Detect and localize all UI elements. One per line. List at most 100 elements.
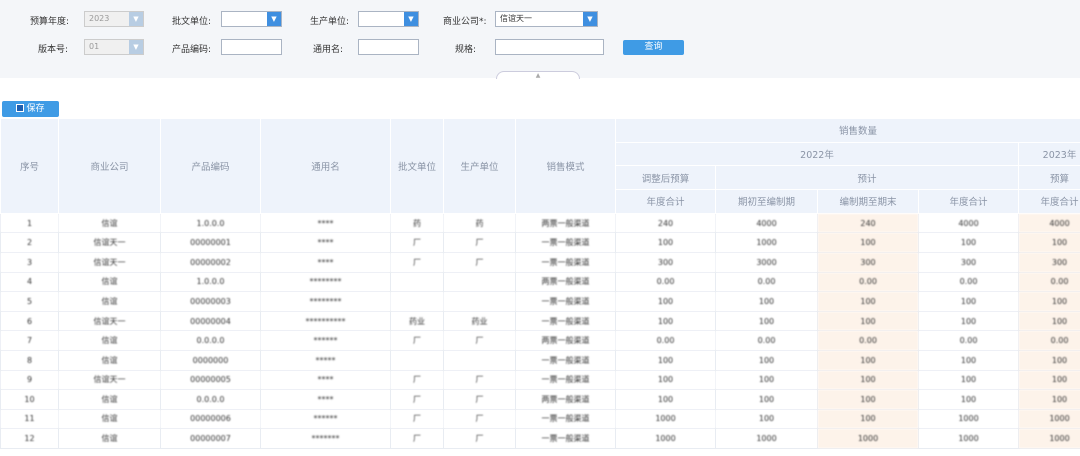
table-cell: 0.0.0.0 <box>160 389 261 410</box>
table-cell: 1.0.0.0 <box>160 212 261 234</box>
table-row[interactable]: 3 信谊天一 00000002 **** 厂厂一票一般渠道 300 3000 300 300 30… <box>0 251 1080 273</box>
header-2022: 2022年 <box>615 141 1019 167</box>
table-cell: 厂 <box>390 330 444 351</box>
table-cell: 100 <box>817 310 919 332</box>
table-cell: ***** <box>260 349 391 371</box>
table-cell: 100 <box>615 291 716 312</box>
table-cell: **** <box>260 369 391 391</box>
table-cell: **** <box>260 212 391 234</box>
chevron-up-icon: ▲ <box>535 72 541 79</box>
table-row[interactable]: 9 信谊天一 00000005 **** 厂厂一票一般渠道 100 100 100 100 100 <box>0 369 1080 391</box>
chevron-down-icon: ▼ <box>404 12 418 26</box>
table-cell: 2 <box>0 232 59 253</box>
save-icon <box>16 104 25 112</box>
table-row[interactable]: 8 信谊 0000000 ***** 一票一般渠道 100 100 100 100 100 <box>0 349 1080 371</box>
product-code-input[interactable] <box>221 39 282 55</box>
table-cell: 两票一般渠道 <box>515 271 616 293</box>
table-cell: 0.00 <box>918 330 1019 351</box>
table-cell: 一票一般渠道 <box>515 408 616 430</box>
version-select[interactable]: 01 ▼ <box>84 39 144 55</box>
table-cell <box>390 271 444 293</box>
table-cell: 100 <box>817 408 919 430</box>
table-cell: 11 <box>0 408 59 430</box>
table-cell: 100 <box>817 349 919 371</box>
table-cell: 厂 <box>443 251 516 273</box>
table-row[interactable]: 4 信谊 1.0.0.0 ******** 两票一般渠道 0.00 0.00 0.00 0.00… <box>0 271 1080 293</box>
table-cell: 00000005 <box>160 369 261 391</box>
table-cell: 100 <box>1017 232 1080 253</box>
table-cell: 0.00 <box>1017 271 1080 293</box>
approval-unit-select[interactable]: ▼ <box>221 11 282 27</box>
table-cell: 100 <box>615 369 716 391</box>
table-cell: 厂 <box>390 389 444 410</box>
table-cell: 00000006 <box>160 408 261 430</box>
spec-input[interactable] <box>495 39 604 55</box>
query-button[interactable]: 查询 <box>623 40 684 55</box>
table-cell: 药业 <box>390 310 444 332</box>
table-cell: 100 <box>918 369 1019 391</box>
version-label: 版本号: <box>38 45 69 55</box>
table-cell: 100 <box>1017 389 1080 410</box>
table-cell: 信谊天一 <box>58 310 161 332</box>
company-select[interactable]: 信谊天一 ▼ <box>495 11 598 27</box>
table-row[interactable]: 7 信谊 0.0.0.0 ****** 厂厂两票一般渠道 0.00 0.00 0.00 0.00… <box>0 330 1080 351</box>
generic-name-input[interactable] <box>358 39 419 55</box>
table-cell: 信谊天一 <box>58 232 161 253</box>
producer-select[interactable]: ▼ <box>358 11 419 27</box>
table-cell: **** <box>260 389 391 410</box>
table-cell: 1000 <box>817 428 919 449</box>
chevron-down-icon: ▼ <box>583 12 597 26</box>
header-annual-total: 年度合计 <box>615 189 716 214</box>
table-cell: 240 <box>615 212 716 234</box>
header-company: 商业公司 <box>58 118 161 214</box>
table-row[interactable]: 5 信谊 00000003 ******** 一票一般渠道 100 100 100 100 100 <box>0 291 1080 312</box>
table-cell: 4000 <box>1017 212 1080 234</box>
table-cell <box>390 349 444 371</box>
header-annual-total-3: 年度合计 <box>1017 189 1080 214</box>
save-button[interactable]: 保存 <box>2 101 59 117</box>
header-adjusted: 调整后预算 <box>615 165 716 191</box>
table-cell: 信谊 <box>58 271 161 293</box>
collapse-toggle[interactable]: ▲ <box>496 71 580 79</box>
table-cell: 100 <box>615 232 716 253</box>
table-cell: 100 <box>1017 291 1080 312</box>
header-start-to-prep: 期初至编制期 <box>715 189 818 214</box>
table-cell: 0.00 <box>715 271 818 293</box>
table-cell: 1000 <box>715 232 818 253</box>
table-cell: 一票一般渠道 <box>515 369 616 391</box>
generic-name-label: 通用名: <box>313 45 344 55</box>
table-row[interactable]: 10 信谊 0.0.0.0 **** 厂厂两票一般渠道 100 100 100 100 100 <box>0 389 1080 410</box>
table-row[interactable]: 2 信谊天一 00000001 **** 厂厂一票一般渠道 100 1000 100 100 10… <box>0 232 1080 253</box>
table-cell: 00000002 <box>160 251 261 273</box>
table-cell: 信谊 <box>58 212 161 234</box>
table-cell: 1000 <box>615 428 716 449</box>
table-cell: 100 <box>918 310 1019 332</box>
header-sales-qty: 销售数量 <box>614 118 1080 143</box>
table-cell: 100 <box>715 408 818 430</box>
chevron-down-icon: ▼ <box>267 12 281 26</box>
table-cell: 信谊 <box>58 389 161 410</box>
table-cell: **** <box>260 232 391 253</box>
table-row[interactable]: 1 信谊 1.0.0.0 **** 药药两票一般渠道 240 4000 240 4000 4000 <box>0 212 1080 234</box>
table-cell: 两票一般渠道 <box>515 330 616 351</box>
table-row[interactable]: 6 信谊天一 00000004 ********** 药业 药业 一票一般渠道 100 100 1… <box>0 310 1080 332</box>
table-cell: 信谊 <box>58 349 161 371</box>
table-row[interactable]: 12 信谊 00000007 ******* 厂厂一票一般渠道 1000 1000 1000 1… <box>0 428 1080 449</box>
table-cell: 0.00 <box>1017 330 1080 351</box>
sales-table: 序号 商业公司 产品编码 通用名 批文单位 生产单位 销售模式 销售数量 202… <box>0 118 1080 449</box>
table-cell: 240 <box>817 212 919 234</box>
table-cell: 100 <box>817 291 919 312</box>
table-cell: 9 <box>0 369 59 391</box>
table-cell: 信谊 <box>58 428 161 449</box>
save-label: 保存 <box>26 104 45 114</box>
filter-panel: 预算年度: 2023 ▼ 批文单位: ▼ 生产单位: ▼ 商业公司*: 信谊天一 ▼… <box>0 0 1080 79</box>
header-prep-to-end: 编制期至期末 <box>817 189 919 214</box>
table-cell: ******* <box>260 428 391 449</box>
table-cell: 100 <box>1017 369 1080 391</box>
table-row[interactable]: 11 信谊 00000006 ****** 厂厂一票一般渠道 1000 100 100 1000… <box>0 408 1080 430</box>
budget-year-select[interactable]: 2023 ▼ <box>84 11 144 27</box>
table-cell: 厂 <box>390 428 444 449</box>
header-approval: 批文单位 <box>390 118 444 214</box>
table-cell: 00000001 <box>160 232 261 253</box>
header-producer: 生产单位 <box>443 118 516 214</box>
